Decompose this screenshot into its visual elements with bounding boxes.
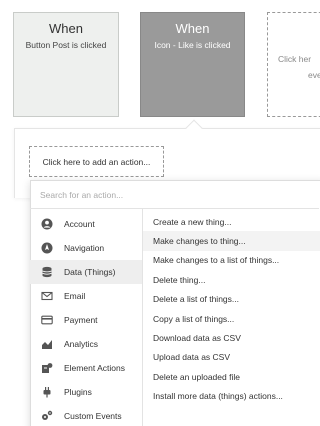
action-upload-csv[interactable]: Upload data as CSV (143, 348, 320, 367)
add-event-text: Click her eve (278, 51, 320, 83)
category-label: Element Actions (64, 363, 125, 373)
category-data-things[interactable]: Data (Things) (30, 260, 142, 284)
custom-events-icon (40, 409, 54, 423)
action-make-changes-to-thing[interactable]: Make changes to thing... (143, 231, 320, 251)
add-event-text-line1: Click her (278, 54, 312, 64)
event-card-button-post[interactable]: When Button Post is clicked (13, 12, 119, 117)
category-element-actions[interactable]: Element Actions (30, 356, 142, 380)
action-make-changes-to-list[interactable]: Make changes to a list of things... (143, 251, 320, 270)
action-install-more[interactable]: Install more data (things) actions... (143, 387, 320, 406)
action-delete-thing[interactable]: Delete thing... (143, 270, 320, 289)
add-event-card[interactable]: Click her eve (267, 12, 320, 117)
event-title: When (175, 21, 210, 36)
search-divider (30, 208, 319, 209)
account-icon (40, 217, 54, 231)
category-navigation[interactable]: Navigation (30, 236, 142, 260)
action-delete-uploaded-file[interactable]: Delete an uploaded file (143, 367, 320, 386)
category-account[interactable]: Account (30, 212, 142, 236)
analytics-icon (40, 337, 54, 351)
category-email[interactable]: Email (30, 284, 142, 308)
action-download-csv[interactable]: Download data as CSV (143, 328, 320, 347)
event-subtitle: Icon - Like is clicked (154, 40, 231, 50)
navigation-icon (40, 241, 54, 255)
element-actions-icon (40, 361, 54, 375)
event-title: When (49, 21, 83, 36)
category-label: Plugins (64, 387, 92, 397)
payment-icon (40, 313, 54, 327)
plugins-icon (40, 385, 54, 399)
database-icon (40, 265, 54, 279)
category-custom-events[interactable]: Custom Events (30, 404, 142, 426)
event-subtitle: Button Post is clicked (25, 40, 107, 50)
category-label: Email (64, 291, 86, 301)
category-label: Navigation (64, 243, 105, 253)
category-label: Payment (64, 315, 98, 325)
category-label: Data (Things) (64, 267, 116, 277)
category-label: Account (64, 219, 95, 229)
action-delete-list[interactable]: Delete a list of things... (143, 290, 320, 309)
category-list: Account Navigation Data (Things) Email P… (30, 212, 142, 426)
category-analytics[interactable]: Analytics (30, 332, 142, 356)
add-event-text-line2: eve (308, 70, 320, 80)
event-card-icon-like[interactable]: When Icon - Like is clicked (140, 12, 245, 117)
category-label: Custom Events (64, 411, 122, 421)
action-copy-list[interactable]: Copy a list of things... (143, 309, 320, 328)
category-plugins[interactable]: Plugins (30, 380, 142, 404)
category-label: Analytics (64, 339, 99, 349)
action-create-new-thing[interactable]: Create a new thing... (143, 212, 320, 231)
email-icon (40, 289, 54, 303)
add-action-button[interactable]: Click here to add an action... (29, 146, 164, 177)
action-list: Create a new thing... Make changes to th… (143, 212, 320, 406)
category-payment[interactable]: Payment (30, 308, 142, 332)
search-action-input[interactable] (40, 186, 310, 204)
